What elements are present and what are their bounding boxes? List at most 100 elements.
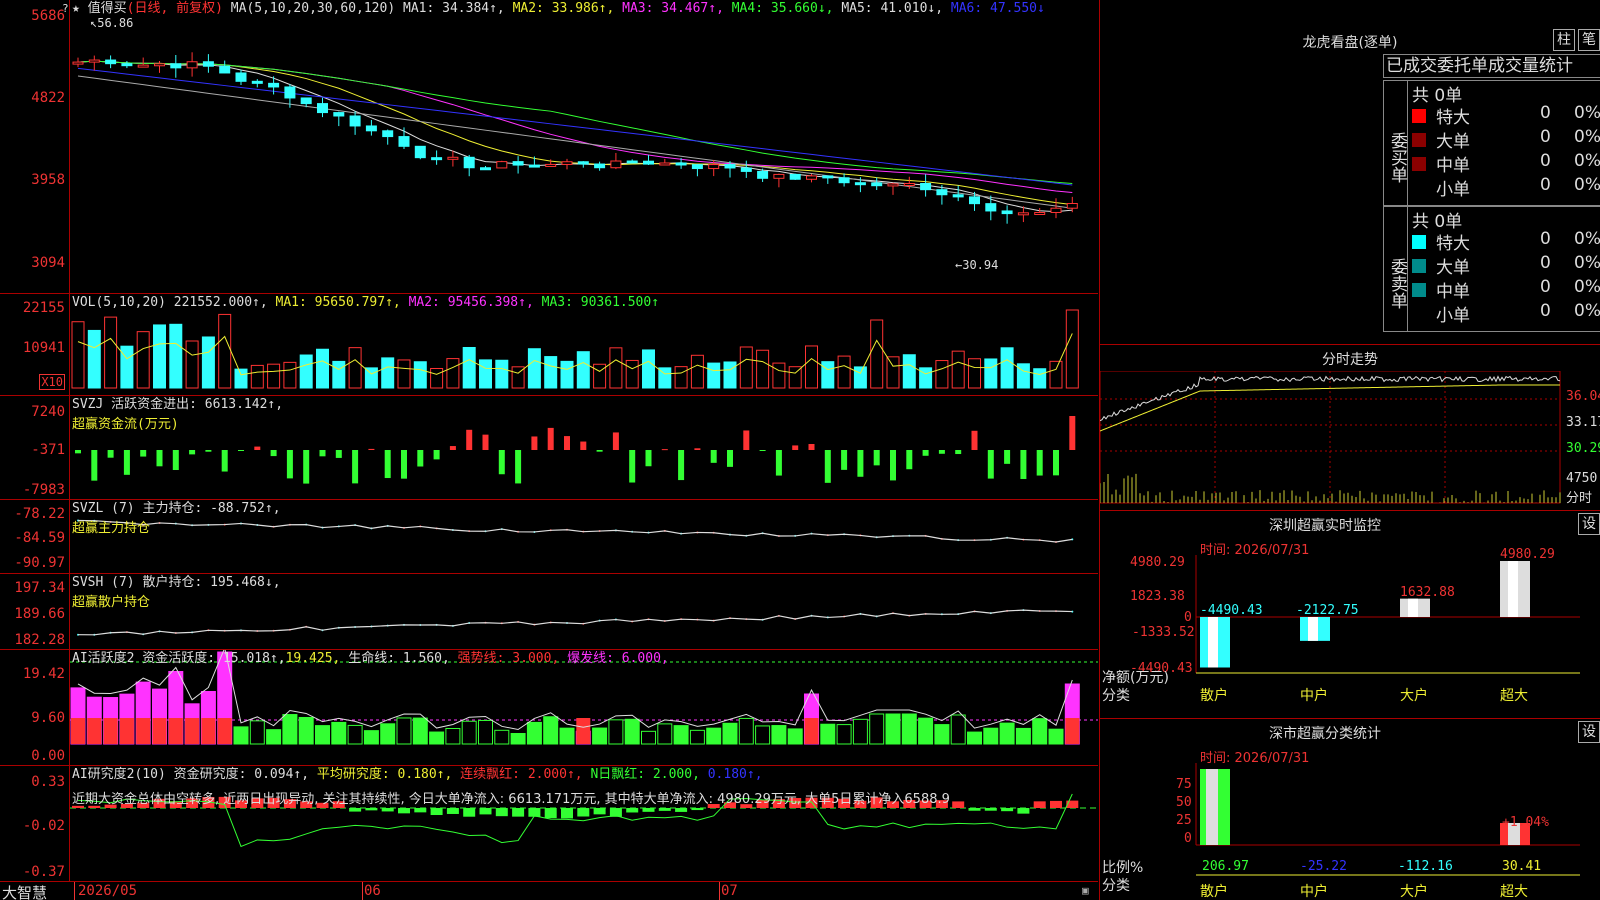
volume-bar (234, 368, 248, 389)
ai-activity-panel[interactable]: 19.42 9.60 0.00 AI活跃度2 资金活跃度: 15.018↑,19… (0, 650, 1098, 766)
activity-bar (820, 723, 836, 745)
volume-bar (984, 358, 998, 389)
y-label: 7240 (31, 404, 65, 420)
candle-body (186, 61, 198, 69)
flow-bar (971, 430, 978, 450)
candle-body (1050, 207, 1062, 213)
kline-panel[interactable]: 5686 4822 3958 3094 ? ★ 值得买(日线, 前复权) MA(… (0, 0, 1098, 294)
kline-plot[interactable] (70, 0, 1098, 293)
value-label: 1632.88 (1400, 585, 1455, 600)
sz-monitor-title: 深圳超赢实时监控 (1269, 518, 1381, 534)
color-swatch (1412, 235, 1426, 249)
bar-view-button[interactable]: 柱 (1553, 29, 1575, 51)
y-label: -1333.52 (1132, 625, 1195, 640)
main-position-line (77, 519, 1073, 543)
candle-body (936, 189, 948, 196)
volume-panel[interactable]: 22155 10941 X10 VOL(5,10,20) 221552.000↑… (0, 294, 1098, 396)
volume-bar (169, 323, 183, 389)
volume-bar (348, 347, 362, 389)
flow-bar (205, 450, 212, 452)
value-label: 4980.29 (1500, 547, 1555, 562)
candle-body (740, 167, 752, 172)
candle-body (691, 164, 703, 170)
activity-bar (706, 727, 722, 745)
volume-bar (104, 316, 118, 389)
price-label: 33.17 (1566, 415, 1600, 430)
research-bar (414, 808, 427, 813)
flow-bar (401, 450, 407, 479)
flow-bar (580, 441, 587, 450)
y-label: 182.28 (14, 632, 65, 648)
volume-bar (919, 367, 933, 389)
intraday-panel[interactable]: 分时走势 36.04 33.17 30.29 4750 分时 (1099, 344, 1600, 510)
flow-bar (482, 434, 489, 450)
lock-icon[interactable]: ▣ (1082, 884, 1089, 897)
volume-bar (609, 347, 623, 389)
flow-bar (759, 450, 766, 451)
flow-bar (645, 450, 652, 467)
order-type: 小单 (1436, 306, 1470, 326)
candle-body (463, 156, 475, 169)
volume-bar (853, 366, 867, 389)
volume-bar (332, 360, 346, 389)
candle-body (219, 65, 231, 74)
activity-bar (869, 713, 885, 745)
y-label: -90.97 (14, 555, 65, 571)
y-label: 3958 (31, 172, 65, 188)
brand-label[interactable]: 大智慧 (2, 882, 47, 900)
candle-body (382, 130, 394, 138)
activity-bar (624, 718, 640, 745)
order-count: 0 (1540, 151, 1551, 171)
order-row: 小单 0 0% (1412, 175, 1600, 200)
svzl-panel[interactable]: -78.22 -84.59 -90.97 SVZL (7) 主力持仓: -88.… (0, 500, 1098, 574)
order-type: 大单 (1436, 132, 1470, 152)
category: 大户 (1400, 688, 1428, 704)
flow-bar (384, 450, 391, 479)
volume-bar (218, 313, 232, 389)
svzj-panel[interactable]: 7240 -371 -7983 SVZJ 活跃资金进出: 6613.142↑, … (0, 396, 1098, 500)
intraday-title: 分时走势 (1322, 352, 1378, 368)
y-label: 22155 (22, 300, 65, 316)
volume-bar (430, 367, 444, 389)
tab-volume-stats[interactable]: 成交量统计 (1488, 56, 1573, 76)
flow-bar (841, 450, 848, 470)
order-type: 小单 (1436, 180, 1470, 200)
value-label: -25.22 (1300, 859, 1347, 874)
activity-bar (233, 726, 249, 745)
flow-bar (303, 450, 310, 484)
category-label: 分类 (1102, 878, 1130, 894)
order-row: 大单 0 0% (1412, 253, 1600, 278)
ai-research-panel[interactable]: 0.33 -0.02 -0.37 AI研究度2(10) 资金研究度: 0.094… (0, 766, 1098, 882)
volume-bar (935, 360, 949, 389)
order-count: 0 (1540, 301, 1551, 321)
volume-bar (495, 359, 509, 389)
candle-body (675, 162, 687, 166)
volume-bar (902, 354, 916, 389)
flow-bar (498, 450, 505, 475)
activity-bar (755, 725, 771, 745)
expand-icon[interactable]: ? (62, 2, 69, 15)
settings-button[interactable]: 设 (1578, 721, 1600, 743)
candle-body (414, 145, 426, 159)
volume-bar (479, 359, 492, 389)
candle-body (333, 112, 345, 117)
activity-base (71, 718, 85, 744)
tab-orders[interactable]: 委托单 (1437, 56, 1488, 76)
flow-bar (433, 450, 440, 460)
y-label: 3094 (31, 255, 65, 271)
sz-stats-chart (1195, 763, 1580, 876)
candle-body (610, 160, 622, 169)
tick-view-button[interactable]: 笔 (1578, 29, 1600, 51)
activity-bar (363, 730, 379, 745)
y-label: -371 (31, 442, 65, 458)
svsh-panel[interactable]: 197.34 189.66 182.28 SVSH (7) 散户持仓: 195.… (0, 574, 1098, 650)
kline-chart (72, 52, 1078, 224)
volume-bar (968, 358, 981, 389)
settings-button[interactable]: 设 (1578, 513, 1600, 535)
category: 中户 (1300, 688, 1328, 704)
longhu-title: 龙虎看盘(逐单) (1302, 35, 1398, 51)
tab-traded[interactable]: 已成交 (1386, 56, 1437, 76)
activity-base (201, 718, 216, 744)
activity-bar (298, 716, 314, 745)
volume-bar (544, 356, 558, 389)
